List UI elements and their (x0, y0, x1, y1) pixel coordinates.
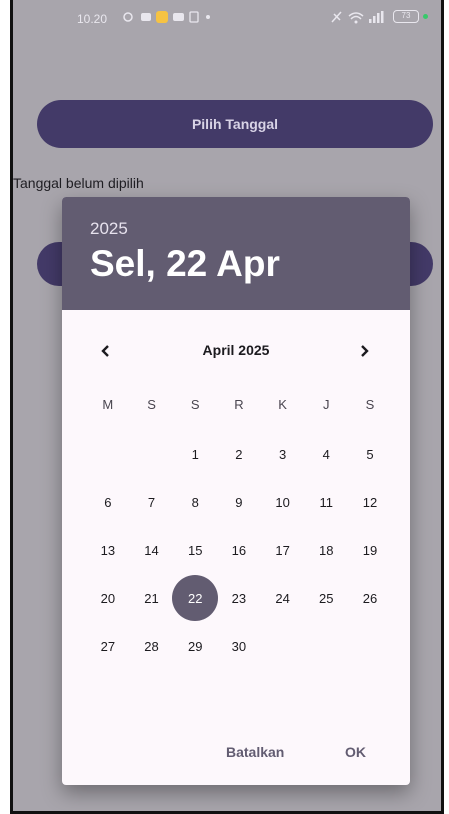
day-cell[interactable]: 12 (348, 478, 392, 526)
calendar-grid: 1 2 3 4 5 6 7 8 9 10 11 12 13 14 15 16 17 18 19 20 21 22 23 24 2… (86, 430, 392, 670)
next-month-button[interactable] (344, 334, 384, 368)
date-picker-dialog: 2025 Sel, 22 Apr April 2025 MSSRKJS 1234… (62, 197, 410, 785)
day-cell[interactable]: 16 (217, 526, 261, 574)
day-number: 3 (278, 446, 287, 462)
day-number: 12 (362, 494, 378, 510)
weekday-label: K (278, 397, 287, 412)
day-cell[interactable]: 2 (217, 430, 261, 478)
day-cell[interactable]: 6 (86, 478, 130, 526)
day-number: 10 (275, 494, 290, 510)
weekday-label: S (147, 397, 156, 412)
day-cell[interactable]: 27 (86, 622, 130, 670)
day-number: 14 (144, 542, 159, 558)
day-number: 21 (144, 590, 159, 606)
battery-indicator: 73 (393, 10, 419, 23)
status-time: 10.20 (77, 12, 108, 26)
day-cell[interactable]: 23 (217, 574, 261, 622)
day-number: 22 (187, 590, 203, 606)
day-number: 24 (275, 590, 290, 606)
day-cell[interactable]: 5 (348, 430, 392, 478)
weekday-label: J (323, 397, 330, 412)
day-cell[interactable]: 18 (304, 526, 348, 574)
empty-cell (86, 430, 130, 478)
day-number: 2 (235, 446, 243, 462)
day-cell[interactable]: 21 (130, 574, 174, 622)
day-number: 16 (231, 542, 247, 558)
day-number: 4 (322, 446, 330, 462)
day-number: 19 (362, 542, 378, 558)
day-number: 27 (100, 638, 116, 654)
charging-dot (423, 14, 428, 19)
day-number: 6 (104, 494, 112, 510)
header-selected-date: Sel, 22 Apr (90, 243, 280, 284)
day-cell[interactable]: 3 (261, 430, 305, 478)
notification-icons (123, 11, 210, 23)
day-number: 17 (275, 542, 290, 558)
day-number: 26 (362, 590, 378, 606)
weekday-label: S (365, 397, 375, 412)
day-number: 5 (366, 446, 374, 462)
weekday-label: R (234, 397, 244, 412)
dialog-header: 2025 Sel, 22 Apr (62, 197, 410, 310)
chevron-right-icon (361, 345, 369, 357)
weekday-label: M (102, 397, 114, 412)
day-number: 9 (235, 494, 243, 510)
day-cell-selected[interactable]: 22 (173, 574, 217, 622)
month-navigation: April 2025 (62, 334, 410, 368)
day-cell[interactable]: 19 (348, 526, 392, 574)
day-number: 28 (144, 638, 159, 654)
day-cell[interactable]: 9 (217, 478, 261, 526)
day-cell[interactable]: 28 (130, 622, 174, 670)
day-cell[interactable]: 10 (261, 478, 305, 526)
pick-date-button[interactable]: Pilih Tanggal (37, 100, 433, 148)
day-cell[interactable]: 29 (173, 622, 217, 670)
selected-date-text: Tanggal belum dipilih (13, 175, 144, 191)
header-year[interactable]: 2025 (90, 219, 128, 239)
day-number: 20 (100, 590, 116, 606)
weekday-header: MSSRKJS (86, 397, 392, 412)
ok-button[interactable]: OK (345, 719, 366, 785)
day-number: 29 (187, 638, 203, 654)
day-number: 11 (319, 494, 334, 510)
day-number: 30 (231, 638, 247, 654)
day-number: 7 (147, 494, 156, 510)
weekday-label: S (190, 397, 200, 412)
status-bar: 10.20 73 (13, 0, 441, 38)
dialog-actions: Batalkan OK (62, 719, 410, 785)
connectivity-icons (331, 11, 384, 24)
day-cell[interactable]: 30 (217, 622, 261, 670)
phone-screen: 10.20 73 Pilih Tanggal Tanggal belum dip… (10, 0, 444, 814)
day-cell[interactable]: 17 (261, 526, 305, 574)
day-number: 15 (187, 542, 203, 558)
day-cell[interactable]: 15 (173, 526, 217, 574)
day-number: 8 (191, 494, 199, 510)
day-cell[interactable]: 20 (86, 574, 130, 622)
day-cell[interactable]: 7 (130, 478, 174, 526)
day-cell[interactable]: 8 (173, 478, 217, 526)
cancel-button[interactable]: Batalkan (226, 719, 284, 785)
day-cell[interactable]: 24 (261, 574, 305, 622)
day-cell[interactable]: 14 (130, 526, 174, 574)
day-cell[interactable]: 26 (348, 574, 392, 622)
day-cell[interactable]: 25 (304, 574, 348, 622)
day-number: 1 (191, 446, 199, 462)
day-cell[interactable]: 13 (86, 526, 130, 574)
day-cell[interactable]: 1 (173, 430, 217, 478)
day-cell[interactable]: 11 (304, 478, 348, 526)
day-number: 23 (231, 590, 247, 606)
day-number: 25 (319, 590, 334, 606)
day-number: 13 (100, 542, 116, 558)
day-number: 18 (319, 542, 334, 558)
day-cell[interactable]: 4 (304, 430, 348, 478)
empty-cell (130, 430, 174, 478)
